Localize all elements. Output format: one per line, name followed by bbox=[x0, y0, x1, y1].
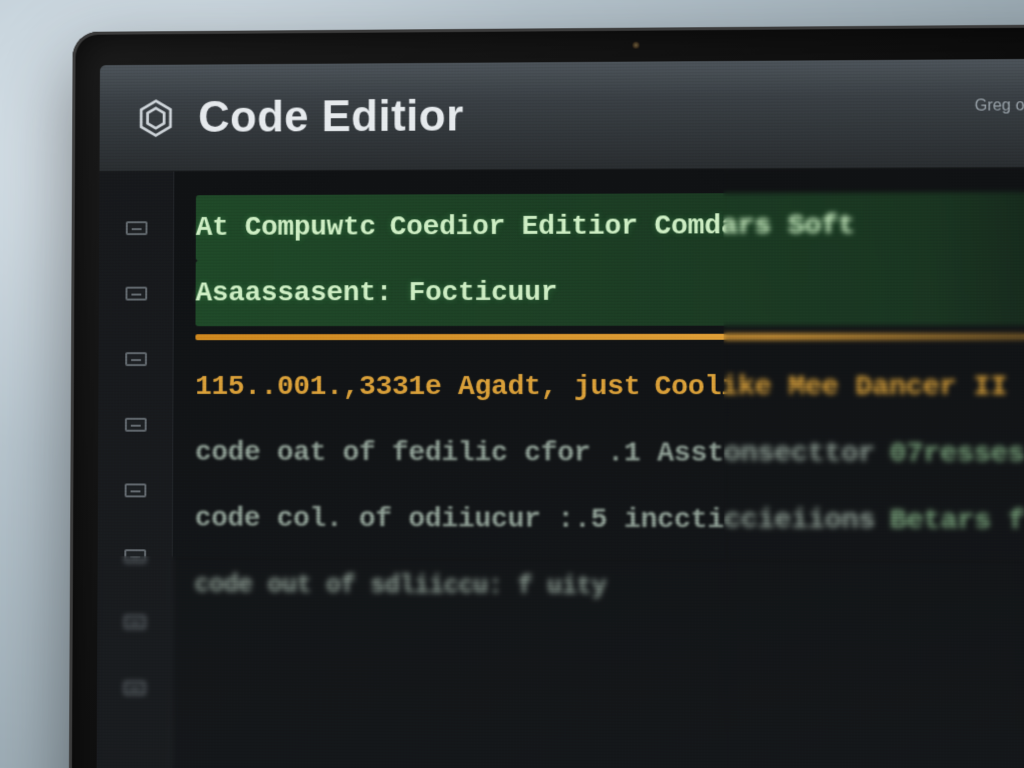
code-line: Asaassasent: Focticuur bbox=[195, 258, 1024, 326]
webcam-dot bbox=[632, 42, 639, 49]
titlebar: Code Editior Greg oed Onenct bbox=[99, 58, 1024, 172]
code-token: At Compuwtc bbox=[196, 212, 376, 243]
titlebar-link-1-label: Greg oed bbox=[975, 97, 1024, 116]
gutter-marker bbox=[97, 655, 172, 722]
code-token: 07resses Cofesansinee bbox=[889, 438, 1024, 470]
code-line: At Compuwtc Coedior Editior Comdars Soft bbox=[196, 191, 1024, 261]
section-divider bbox=[195, 333, 1024, 340]
code-token: Asaassasent: Focticuur bbox=[196, 277, 558, 309]
gutter-marker bbox=[98, 326, 172, 392]
gutter-marker bbox=[99, 195, 173, 261]
code-line: code out of sdliiccu: f uity bbox=[194, 551, 1024, 623]
gutter-marker bbox=[97, 589, 171, 655]
app-logo-icon bbox=[135, 97, 177, 139]
code-line bbox=[194, 617, 1024, 690]
gutter-marker bbox=[98, 523, 172, 589]
gutter-marker bbox=[98, 392, 172, 458]
code-line: 115..001.,3331e Agadt, just Coolike Mee D… bbox=[195, 354, 1024, 421]
code-token: code oat of fedilic cfor .1 Asstonsectto… bbox=[195, 437, 875, 469]
code-token: Betars fttain bbox=[889, 505, 1024, 537]
titlebar-link-1[interactable]: Greg oed bbox=[975, 97, 1024, 116]
line-gutter bbox=[96, 172, 174, 768]
titlebar-links: Greg oed Onenct bbox=[975, 96, 1024, 115]
app-title: Code Editior bbox=[198, 91, 464, 142]
code-line: code oat of fedilic cfor .1 Asstonsectto… bbox=[195, 420, 1024, 488]
code-line: code col. of odiiucur :.5 inccticcieiion… bbox=[195, 486, 1024, 556]
code-token: 115..001.,3331e Agadt, just bbox=[195, 371, 640, 402]
laptop-frame: Code Editior Greg oed Onenct At Compuwtc… bbox=[68, 23, 1024, 768]
code-token: code col. of odiiucur :.5 inccticcieiion… bbox=[195, 503, 876, 536]
gutter-marker bbox=[98, 457, 172, 523]
code-token: code out of sdliiccu: f uity bbox=[194, 570, 606, 601]
code-token: Coolike Mee Dancer II bbox=[655, 371, 1008, 402]
screen: Code Editior Greg oed Onenct At Compuwtc… bbox=[96, 58, 1024, 768]
code-lines: At CompuwtcCoedior Editior Comdars SoftA… bbox=[172, 167, 1024, 768]
gutter-marker bbox=[99, 261, 173, 327]
code-area[interactable]: At CompuwtcCoedior Editior Comdars SoftA… bbox=[96, 167, 1024, 768]
code-token: Coedior Editior Comdars Soft bbox=[390, 210, 855, 243]
